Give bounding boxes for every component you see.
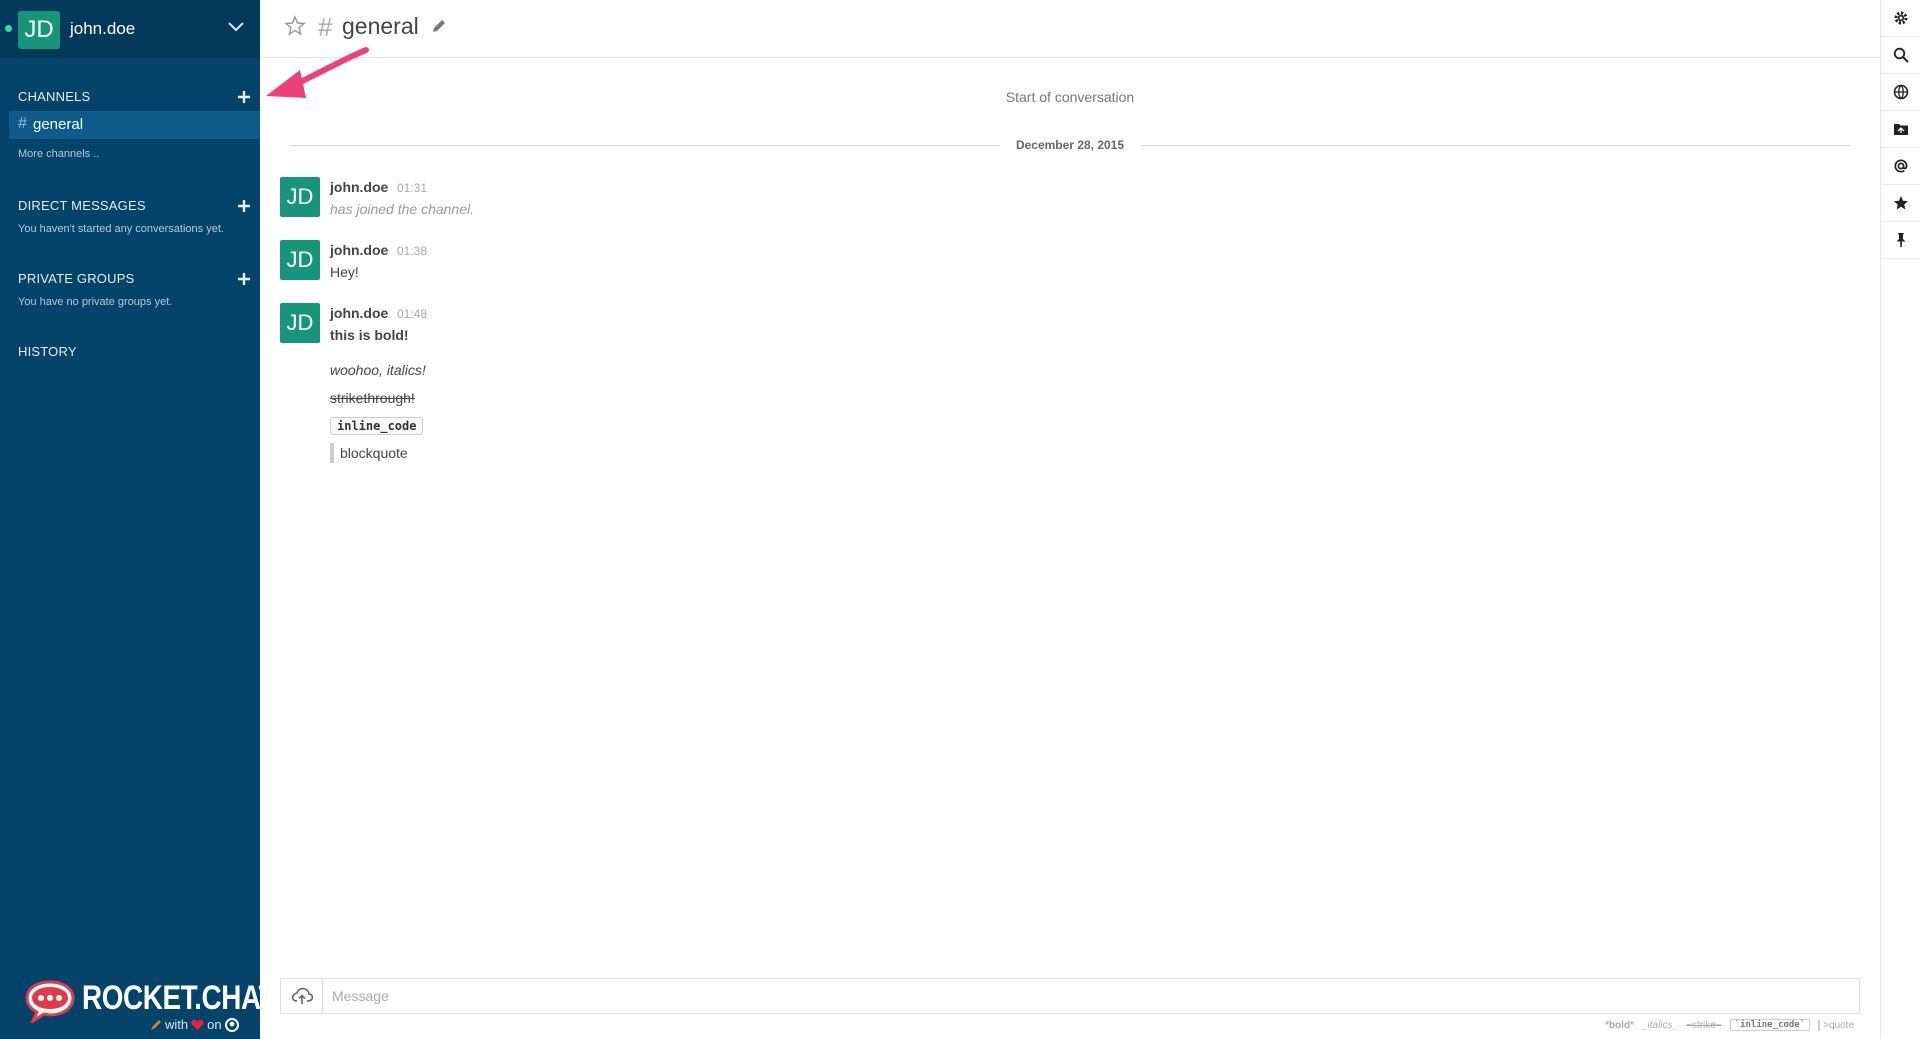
globe-icon (1893, 84, 1909, 100)
pinned-button[interactable] (1881, 222, 1920, 259)
hint-bold: *bold* (1605, 1019, 1634, 1031)
message-text-strike: strikethrough! (330, 390, 415, 406)
message-time: 01:48 (397, 307, 428, 321)
private-groups-title: PRIVATE GROUPS (18, 271, 135, 286)
message-username[interactable]: john.doe (330, 179, 388, 195)
history-title[interactable]: HISTORY (18, 344, 77, 359)
star-filled-icon (1894, 196, 1908, 210)
online-status-dot (5, 25, 12, 32)
main-area: # general Start of conversation December… (260, 0, 1880, 1039)
annotation-arrow-icon (266, 47, 369, 98)
account-avatar: JD (18, 11, 60, 49)
right-toolbar (1880, 0, 1920, 1039)
gear-icon (1894, 11, 1908, 25)
chevron-down-icon[interactable] (226, 16, 246, 36)
account-username: john.doe (70, 19, 136, 38)
direct-messages-title: DIRECT MESSAGES (18, 198, 146, 213)
heart-icon (191, 1019, 204, 1030)
search-icon (1893, 47, 1909, 63)
star-icon[interactable] (284, 15, 306, 37)
room-header: # general (260, 0, 1880, 58)
format-hints: *bold* _italics_ ~strike~ `inline_code` … (1605, 1019, 1854, 1031)
message-text-bold: this is bold! (330, 327, 409, 343)
message-time: 01:31 (397, 181, 428, 195)
date-label: December 28, 2015 (1000, 138, 1140, 152)
brand-name: ROCKET.CHAT (82, 979, 276, 1017)
direct-messages-empty: You haven't started any conversations ye… (18, 223, 224, 235)
github-icon[interactable] (224, 1017, 239, 1032)
mentions-button[interactable] (1881, 148, 1920, 185)
pencil-icon (151, 1019, 161, 1030)
message-username[interactable]: john.doe (330, 305, 388, 321)
message-avatar[interactable]: JD (280, 303, 320, 343)
message-avatar[interactable]: JD (280, 177, 320, 217)
message-text: has joined the channel. (330, 201, 474, 217)
message-input[interactable] (324, 979, 1859, 1013)
brand-on: on (207, 1017, 222, 1032)
room-title: general (342, 13, 419, 39)
private-groups-empty: You have no private groups yet. (18, 296, 173, 308)
message-blockquote: blockquote (330, 443, 408, 463)
sidebar: JD john.doe CHANNELS # general More chan… (0, 0, 276, 1039)
upload-button[interactable] (281, 979, 323, 1013)
message-composer (280, 978, 1860, 1014)
add-direct-message-icon[interactable] (237, 199, 251, 213)
hint-italic: _italics_ (1641, 1019, 1679, 1031)
message-text-italic: woohoo, italics! (330, 362, 426, 378)
hint-quote: >quote (1818, 1019, 1854, 1031)
folder-icon (1894, 124, 1908, 135)
account-box[interactable]: JD john.doe (0, 0, 260, 58)
pencil-icon[interactable] (431, 18, 447, 34)
brand-with: with (165, 1017, 189, 1032)
message-avatar[interactable]: JD (280, 240, 320, 280)
cloud-upload-icon (291, 987, 313, 1004)
starred-button[interactable] (1881, 185, 1920, 222)
channels-title: CHANNELS (18, 89, 91, 104)
search-button[interactable] (1881, 37, 1920, 74)
hash-icon: # (18, 115, 27, 132)
message-inline-code: inline_code (330, 417, 424, 435)
brand-footer: ROCKET.CHAT with on (0, 965, 276, 1039)
sidebar-item-general[interactable]: # general (9, 111, 260, 139)
add-channel-icon[interactable] (237, 90, 251, 104)
at-sign-icon (1894, 159, 1908, 173)
hint-code: `inline_code` (1729, 1019, 1811, 1031)
channel-name: general (33, 116, 84, 133)
add-private-group-icon[interactable] (237, 272, 251, 286)
more-channels-link[interactable]: More channels .. (18, 148, 99, 160)
members-button[interactable] (1881, 74, 1920, 111)
files-button[interactable] (1881, 111, 1920, 148)
message-time: 01:38 (397, 244, 428, 258)
pin-icon (1896, 233, 1906, 247)
settings-button[interactable] (1881, 0, 1920, 37)
message-text: Hey! (330, 264, 359, 280)
hint-strike: ~strike~ (1686, 1019, 1722, 1031)
rocket-chat-logo-icon (25, 980, 75, 1023)
message-username[interactable]: john.doe (330, 242, 388, 258)
brand-tagline: with on (150, 1017, 239, 1032)
start-of-conversation: Start of conversation (1005, 89, 1135, 105)
room-hash: # (318, 12, 333, 42)
